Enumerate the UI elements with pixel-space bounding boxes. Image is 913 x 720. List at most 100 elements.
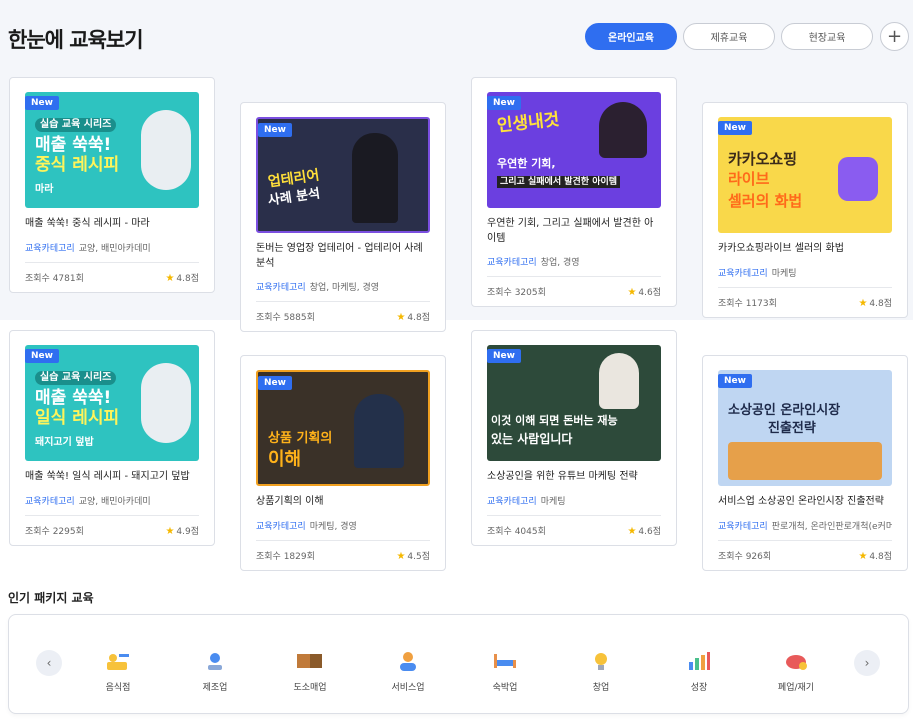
course-thumbnail[interactable]: New 실습 교육 시리즈 매출 쑥쑥! 중식 레시피 마라: [25, 92, 199, 208]
new-badge: New: [25, 349, 59, 363]
package-item-manufacturing[interactable]: 제조업: [180, 648, 250, 693]
course-card[interactable]: New 인생내것 우연한 기회, 그리고 실패에서 발견한 아이템 우연한 기회…: [471, 77, 677, 307]
more-button[interactable]: +: [880, 22, 909, 51]
thumb-text: 매출 쑥쑥!: [35, 388, 112, 408]
course-card[interactable]: New 업테리어 사례 분석 돈버는 영업장 업테리어 - 업테리어 사례 분석…: [240, 102, 446, 332]
new-badge: New: [718, 121, 752, 135]
course-thumbnail[interactable]: New 업테리어 사례 분석: [256, 117, 430, 233]
rating: ★ 4.8점: [165, 271, 199, 284]
course-title[interactable]: 매출 쑥쑥! 중식 레시피 - 마라: [25, 217, 199, 232]
category-link[interactable]: 교육카테고리: [25, 497, 75, 507]
bar-chart-icon: [664, 648, 734, 674]
course-meta: 교육카테고리 마케팅: [718, 266, 892, 279]
speaker-image: [352, 133, 398, 223]
rating-value: 4.5점: [407, 552, 430, 562]
thumb-text: 상품 기획의: [268, 431, 333, 446]
view-count: 조회수 4045회: [487, 527, 546, 537]
course-thumbnail[interactable]: New 인생내것 우연한 기회, 그리고 실패에서 발견한 아이템: [487, 92, 661, 208]
category-link[interactable]: 교육카테고리: [25, 244, 75, 254]
thumb-text: 실습 교육 시리즈: [35, 118, 117, 132]
course-title[interactable]: 우연한 기회, 그리고 실패에서 발견한 아이템: [487, 217, 661, 246]
category-link[interactable]: 교육카테고리: [718, 522, 768, 532]
thumb-text: 중식 레시피: [35, 155, 120, 175]
category-link[interactable]: 교육카테고리: [487, 258, 537, 268]
thumb-text: 실습 교육 시리즈: [35, 371, 117, 385]
star-icon: ★: [165, 273, 175, 284]
thumb-text: 이것 이해 되면 돈버는 재능: [491, 414, 618, 427]
phone-illustration: [838, 157, 878, 201]
category-link[interactable]: 교육카테고리: [256, 283, 306, 293]
new-badge: New: [258, 123, 292, 137]
package-item-growth[interactable]: 성장: [664, 648, 734, 693]
course-tags: 마케팅: [771, 269, 797, 279]
course-card[interactable]: New 소상공인 온라인시장 진출전략 서비스업 소상공인 온라인시장 진출전략…: [702, 355, 908, 571]
category-link[interactable]: 교육카테고리: [487, 497, 537, 507]
course-meta: 교육카테고리판로개척, 온라인판로개척(e커머스): [718, 519, 892, 532]
course-card[interactable]: New 카카오쇼핑 라이브 셀러의 화법 카카오쇼핑라이브 셀러의 화법 교육카…: [702, 102, 908, 318]
new-badge: New: [25, 96, 59, 110]
package-item-closure[interactable]: 폐업/재기: [761, 648, 831, 693]
carousel-prev-button[interactable]: ‹: [36, 650, 62, 676]
category-link[interactable]: 교육카테고리: [256, 522, 306, 532]
rating: ★ 4.6점: [627, 285, 661, 298]
course-title[interactable]: 소상공인을 위한 유튜브 마케팅 전략: [487, 470, 661, 485]
course-thumbnail[interactable]: New 상품 기획의 이해: [256, 370, 430, 486]
star-icon: ★: [858, 551, 868, 562]
course-card[interactable]: New 이것 이해 되면 돈버는 재능 있는 사람입니다 소상공인을 위한 유튜…: [471, 330, 677, 546]
course-thumbnail[interactable]: New 실습 교육 시리즈 매출 쑥쑥! 일식 레시피 돼지고기 덮밥: [25, 345, 199, 461]
star-icon: ★: [858, 298, 868, 309]
new-badge: New: [718, 374, 752, 388]
package-item-restaurant[interactable]: 음식점: [83, 648, 153, 693]
course-tags: 창업, 경영: [540, 258, 580, 268]
course-title[interactable]: 서비스업 소상공인 온라인시장 진출전략: [718, 495, 892, 510]
thumb-text: 있는 사람입니다: [491, 432, 573, 446]
rating-value: 4.6점: [638, 527, 661, 537]
tab-online[interactable]: 온라인교육: [585, 23, 677, 50]
category-link[interactable]: 교육카테고리: [718, 269, 768, 279]
thumb-text: 매출 쑥쑥!: [35, 135, 112, 155]
carousel-next-button[interactable]: ›: [854, 650, 880, 676]
star-icon: ★: [396, 551, 406, 562]
mascot-image: [141, 110, 191, 190]
course-title[interactable]: 돈버는 영업장 업테리어 - 업테리어 사례 분석: [256, 242, 430, 271]
shop-illustration: [728, 442, 882, 480]
package-label: 숙박업: [492, 683, 518, 693]
new-badge: New: [258, 376, 292, 390]
service-person-icon: [373, 648, 443, 674]
piggy-bank-icon: [761, 648, 831, 674]
course-thumbnail[interactable]: New 소상공인 온라인시장 진출전략: [718, 370, 892, 486]
thumb-text: 카카오쇼핑: [728, 150, 798, 168]
thumb-text: 이해: [268, 449, 302, 470]
course-card[interactable]: New 실습 교육 시리즈 매출 쑥쑥! 일식 레시피 돼지고기 덮밥 매출 쑥…: [9, 330, 215, 546]
tab-partner[interactable]: 제휴교육: [683, 23, 775, 50]
course-meta: 교육카테고리 교양, 배민아카데미: [25, 494, 199, 507]
course-tags: 마케팅: [540, 497, 566, 507]
package-item-startup[interactable]: 창업: [566, 648, 636, 693]
course-meta: 교육카테고리 창업, 경영: [487, 255, 661, 268]
thumb-text: 우연한 기회,: [497, 157, 556, 170]
package-item-service[interactable]: 서비스업: [373, 648, 443, 693]
tab-onsite[interactable]: 현장교육: [781, 23, 873, 50]
thumb-text: 마라: [35, 184, 54, 195]
view-count: 조회수 926회: [718, 552, 772, 562]
course-title[interactable]: 매출 쑥쑥! 일식 레시피 - 돼지고기 덮밥: [25, 470, 199, 485]
view-count: 조회수 1829회: [256, 552, 315, 562]
course-card[interactable]: New 실습 교육 시리즈 매출 쑥쑥! 중식 레시피 마라 매출 쑥쑥! 중식…: [9, 77, 215, 293]
course-card[interactable]: New 상품 기획의 이해 상품기획의 이해 교육카테고리 마케팅, 경영 조회수…: [240, 355, 446, 571]
course-thumbnail[interactable]: New 이것 이해 되면 돈버는 재능 있는 사람입니다: [487, 345, 661, 461]
speaker-image: [599, 353, 639, 409]
course-meta: 교육카테고리 마케팅, 경영: [256, 519, 430, 532]
thumb-text: 사례 분석: [267, 186, 322, 209]
course-thumbnail[interactable]: New 카카오쇼핑 라이브 셀러의 화법: [718, 117, 892, 233]
star-icon: ★: [165, 526, 175, 537]
package-item-lodging[interactable]: 숙박업: [470, 648, 540, 693]
course-title[interactable]: 카카오쇼핑라이브 셀러의 화법: [718, 242, 892, 257]
course-footer: 조회수 3205회 ★ 4.6점: [487, 276, 661, 306]
course-title[interactable]: 상품기획의 이해: [256, 495, 430, 510]
rating: ★ 4.5점: [396, 549, 430, 562]
view-count: 조회수 3205회: [487, 288, 546, 298]
rating-value: 4.9점: [176, 527, 199, 537]
package-item-retail[interactable]: 도소매업: [275, 648, 345, 693]
robot-arm-icon: [180, 648, 250, 674]
thumb-text: 라이브: [728, 170, 770, 188]
